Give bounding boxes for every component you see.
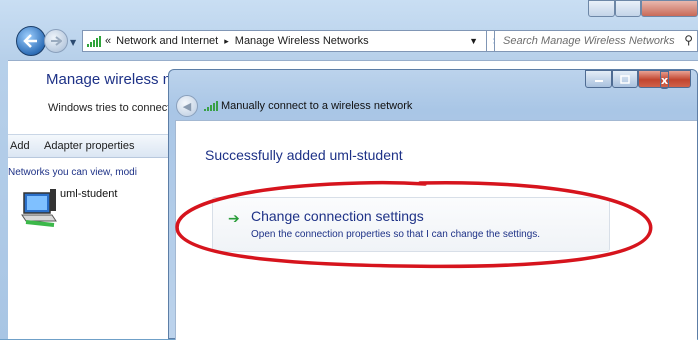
manual-connect-dialog: x ◀ Manually connect to a wireless netwo… <box>168 69 698 340</box>
adapter-properties-button[interactable]: Adapter properties <box>44 140 135 152</box>
wifi-signal-icon <box>204 101 218 111</box>
address-bar[interactable]: « Network and Internet ▸ Manage Wireless… <box>82 30 487 52</box>
dialog-titlebar[interactable]: x <box>169 70 697 92</box>
explorer-minimize-button[interactable] <box>588 0 615 17</box>
back-arrow-icon <box>23 34 37 48</box>
add-button[interactable]: Add <box>10 140 30 152</box>
explorer-maximize-button[interactable] <box>615 0 641 17</box>
breadcrumb-overflow[interactable]: « <box>105 35 111 47</box>
forward-arrow-icon <box>51 36 62 46</box>
back-arrow-icon: ◀ <box>182 99 192 113</box>
search-icon[interactable]: ⚲ <box>684 33 693 47</box>
dialog-body: Successfully added uml-student ➔ Change … <box>175 120 697 340</box>
dialog-close-button[interactable]: x <box>638 70 691 89</box>
wifi-signal-icon <box>87 35 101 47</box>
page-title: Manage wireless ne <box>46 71 180 88</box>
wireless-network-icon <box>21 189 57 227</box>
breadcrumb-separator[interactable]: ▸ <box>224 36 229 47</box>
breadcrumb-network-and-internet[interactable]: Network and Internet <box>116 35 218 47</box>
page-description: Windows tries to connect <box>48 102 171 114</box>
address-dropdown-icon[interactable]: ▼ <box>469 36 478 46</box>
search-input[interactable]: Search Manage Wireless Networks ⚲ <box>494 30 698 52</box>
close-icon: x <box>659 71 670 89</box>
back-button[interactable] <box>16 26 46 56</box>
dialog-minimize-button[interactable] <box>585 70 612 88</box>
explorer-address-row: ▼ « Network and Internet ▸ Manage Wirele… <box>0 22 698 60</box>
change-connection-settings-link[interactable]: ➔ Change connection settings Open the co… <box>212 197 610 252</box>
explorer-window-controls <box>588 0 698 18</box>
command-link-title: Change connection settings <box>251 208 424 224</box>
minimize-icon <box>594 80 603 82</box>
success-message: Successfully added uml-student <box>205 147 403 163</box>
dialog-maximize-button[interactable] <box>612 70 638 88</box>
dialog-header: ◀ Manually connect to a wireless network <box>169 92 697 120</box>
forward-button[interactable] <box>44 29 68 53</box>
explorer-close-button[interactable] <box>641 0 698 17</box>
recent-pages-dropdown[interactable]: ▼ <box>70 38 78 47</box>
maximize-icon <box>620 74 630 84</box>
network-list-item[interactable]: uml-student <box>60 188 117 200</box>
search-placeholder: Search Manage Wireless Networks <box>503 35 675 47</box>
dialog-heading: Manually connect to a wireless network <box>221 100 413 112</box>
dialog-back-button[interactable]: ◀ <box>176 95 198 117</box>
command-link-description: Open the connection properties so that I… <box>251 229 541 240</box>
dialog-window-controls: x <box>585 70 691 89</box>
green-arrow-icon: ➔ <box>228 211 240 227</box>
networks-list-heading: Networks you can view, modi <box>8 167 137 178</box>
breadcrumb-manage-wireless-networks[interactable]: Manage Wireless Networks <box>235 35 369 47</box>
